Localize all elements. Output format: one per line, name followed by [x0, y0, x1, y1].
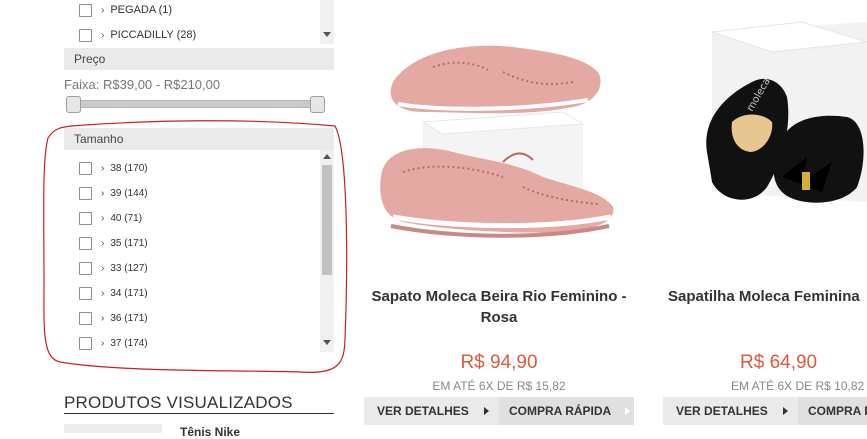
- product-installments: EM ATÉ 6X DE R$ 10,82: [731, 379, 865, 393]
- quick-buy-button[interactable]: COMPRA R: [798, 397, 867, 425]
- product-name[interactable]: Sapatilha Moleca Feminina: [668, 286, 867, 307]
- shoe-image-icon: [380, 45, 614, 238]
- product-name[interactable]: Sapato Moleca Beira Rio Feminino - Rosa: [361, 286, 637, 328]
- quick-buy-button[interactable]: COMPRA RÁPIDA: [499, 397, 634, 425]
- view-details-label: VER DETALHES: [676, 404, 768, 418]
- product-name-line: Sapatilha Moleca Feminina: [668, 288, 860, 305]
- view-details-button[interactable]: VER DETALHES: [364, 397, 499, 425]
- recently-viewed-title: PRODUTOS VISUALIZADOS: [64, 393, 293, 412]
- product-installments: EM ATÉ 6X DE R$ 15,82: [432, 379, 566, 393]
- product-name-line: Rosa: [480, 309, 518, 326]
- triangle-right-icon: [625, 407, 630, 415]
- view-details-button[interactable]: VER DETALHES: [663, 397, 798, 425]
- quick-buy-label: COMPRA RÁPIDA: [509, 404, 612, 418]
- shoe-image-icon: moleca: [706, 21, 867, 203]
- product-price: R$ 64,90: [740, 352, 818, 373]
- view-details-label: VER DETALHES: [377, 404, 469, 418]
- product-actions: VER DETALHES COMPRA R: [663, 397, 867, 425]
- product-image-black-flat[interactable]: moleca: [672, 12, 867, 264]
- product-actions: VER DETALHES COMPRA RÁPIDA: [364, 397, 634, 425]
- quick-buy-label: COMPRA R: [808, 404, 867, 418]
- divider: [64, 413, 334, 414]
- product-name-line: Sapato Moleca Beira Rio Feminino -: [371, 288, 627, 305]
- triangle-right-icon: [783, 407, 788, 415]
- triangle-right-icon: [484, 407, 489, 415]
- product-price: R$ 94,90: [460, 352, 538, 373]
- recent-product-thumbnail[interactable]: [64, 424, 162, 433]
- recent-product-name[interactable]: Tênis Nike: [180, 425, 240, 439]
- product-image-pink-oxford[interactable]: [373, 12, 625, 264]
